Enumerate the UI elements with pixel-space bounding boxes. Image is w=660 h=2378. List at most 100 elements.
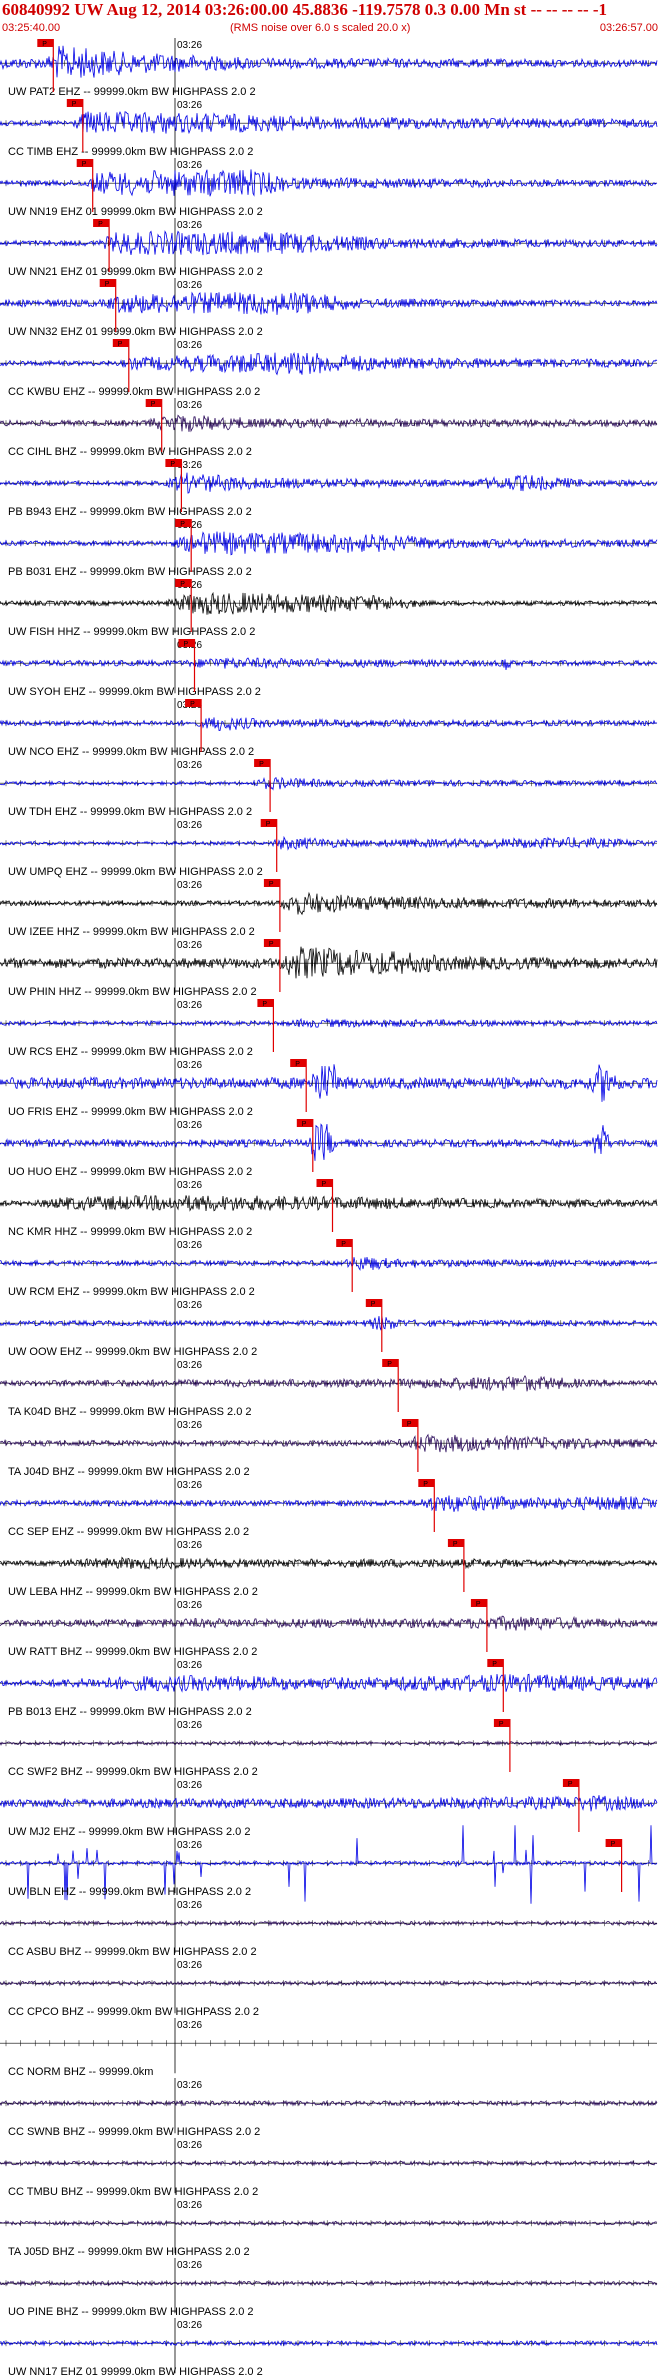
- trace-33: 03:26 CC NORM BHZ -- 99999.0km: [0, 2018, 657, 2078]
- trace-6: 03:26 CC CIHL BHZ -- 99999.0km BW HIGHPAS…: [0, 398, 658, 458]
- trace-2: 03:26 UW NN19 EHZ 01 99999.0km BW HIGHPAS…: [0, 158, 658, 218]
- station-label: UW PHIN HHZ -- 99999.0km BW HIGHPASS 2.0…: [8, 986, 257, 998]
- trace-14: 03:26 UW IZEE HHZ -- 99999.0km BW HIGHPAS…: [0, 878, 658, 938]
- minute-label: 03:26: [177, 2260, 202, 2271]
- trace-3: 03:26 UW NN21 EHZ 01 99999.0km BW HIGHPAS…: [0, 218, 658, 278]
- record-header: 60840992 UW Aug 12, 2014 03:26:00.00 45.…: [0, 0, 660, 38]
- station-label: UO HUO EHZ -- 99999.0km BW HIGHPASS 2.0 …: [8, 1166, 252, 1178]
- minute-label: 03:26: [177, 940, 202, 951]
- station-label: UW OOW EHZ -- 99999.0km BW HIGHPASS 2.0 …: [8, 1346, 257, 1358]
- trace-37: 03:26 UO PINE BHZ -- 99999.0km BW HIGHPAS…: [0, 2258, 658, 2318]
- trace-21: 03:26 UW OOW EHZ -- 99999.0km BW HIGHPASS…: [0, 1298, 658, 1358]
- minute-label: 03:26: [177, 880, 202, 891]
- minute-label: 03:26: [177, 2140, 202, 2151]
- station-label: CC CPCO BHZ -- 99999.0km BW HIGHPASS 2.0…: [8, 2006, 259, 2018]
- station-label: UW TDH EHZ -- 99999.0km BW HIGHPASS 2.0 …: [8, 806, 252, 818]
- station-label: CC NORM BHZ -- 99999.0km: [8, 2066, 153, 2078]
- station-label: UO FRIS EHZ -- 99999.0km BW HIGHPASS 2.0…: [8, 1106, 253, 1118]
- trace-31: 03:26 CC ASBU BHZ -- 99999.0km BW HIGHPAS…: [0, 1898, 658, 1958]
- seismogram-chart: 03:26 UW PAT2 EHZ -- 99999.0km BW HIGHPAS…: [0, 38, 658, 2378]
- minute-label: 03:26: [177, 1900, 202, 1911]
- station-label: TA J05D BHZ -- 99999.0km BW HIGHPASS 2.0…: [8, 2246, 250, 2258]
- trace-16: 03:26 UW RCS EHZ -- 99999.0km BW HIGHPASS…: [0, 998, 658, 1058]
- trace-1: 03:26 CC TIMB EHZ -- 99999.0km BW HIGHPAS…: [0, 98, 658, 158]
- waveform-line: [0, 776, 658, 791]
- station-label: TA K04D BHZ -- 99999.0km BW HIGHPASS 2.0…: [8, 1406, 252, 1418]
- station-label: UW LEBA HHZ -- 99999.0km BW HIGHPASS 2.0…: [8, 1586, 258, 1598]
- pick-label: P: [387, 1361, 392, 1368]
- station-label: PB B013 EHZ -- 99999.0km BW HIGHPASS 2.0…: [8, 1706, 252, 1718]
- station-label: UW NN17 EHZ 01 99999.0km BW HIGHPASS 2.0…: [8, 2366, 263, 2378]
- station-label: UW RATT BHZ -- 99999.0km BW HIGHPASS 2.0…: [8, 1646, 257, 1658]
- minute-label: 03:26: [177, 280, 202, 291]
- minute-label: 03:26: [177, 1000, 202, 1011]
- minute-label: 03:26: [177, 1060, 202, 1071]
- pick-label: P: [423, 1481, 428, 1488]
- station-label: UW FISH HHZ -- 99999.0km BW HIGHPASS 2.0…: [8, 626, 255, 638]
- station-label: UW NN19 EHZ 01 99999.0km BW HIGHPASS 2.0…: [8, 206, 263, 218]
- station-label: PB B031 EHZ -- 99999.0km BW HIGHPASS 2.0…: [8, 566, 252, 578]
- pick-label: P: [269, 941, 274, 948]
- trace-18: 03:26 UO HUO EHZ -- 99999.0km BW HIGHPASS…: [0, 1118, 658, 1178]
- station-label: UW MJ2 EHZ -- 99999.0km BW HIGHPASS 2.0 …: [8, 1826, 250, 1838]
- minute-label: 03:26: [177, 1660, 202, 1671]
- minute-label: 03:26: [177, 400, 202, 411]
- waveform-line: [0, 1433, 658, 1453]
- waveform-line: [0, 717, 658, 732]
- pick-label: P: [341, 1241, 346, 1248]
- waveform-line: [0, 351, 658, 376]
- trace-27: 03:26 PB B013 EHZ -- 99999.0km BW HIGHPAS…: [0, 1658, 658, 1718]
- station-label: UW RCS EHZ -- 99999.0km BW HIGHPASS 2.0 …: [8, 1046, 253, 1058]
- station-label: UW UMPQ EHZ -- 99999.0km BW HIGHPASS 2.0…: [8, 866, 263, 878]
- waveform-line: [0, 169, 658, 197]
- pick-label: P: [371, 1301, 376, 1308]
- trace-35: 03:26 CC TMBU BHZ -- 99999.0km BW HIGHPAS…: [0, 2138, 658, 2198]
- pick-label: P: [262, 1001, 267, 1008]
- minute-label: 03:26: [177, 40, 202, 51]
- trace-25: 03:26 UW LEBA HHZ -- 99999.0km BW HIGHPAS…: [0, 1538, 658, 1598]
- trace-32: 03:26 CC CPCO BHZ -- 99999.0km BW HIGHPAS…: [0, 1958, 657, 2018]
- trace-11: 03:26UW NCO EHZ -- 99999.0km BW HIGHPASS…: [0, 698, 658, 758]
- minute-label: 03:26: [177, 1540, 202, 1551]
- event-title: 60840992 UW Aug 12, 2014 03:26:00.00 45.…: [2, 0, 608, 19]
- pick-label: P: [184, 641, 189, 648]
- station-label: CC ASBU BHZ -- 99999.0km BW HIGHPASS 2.0…: [8, 1946, 257, 1958]
- trace-8: 03:26PB B031 EHZ -- 99999.0km BW HIGHPAS…: [0, 518, 658, 578]
- trace-9: 03:26UW FISH HHZ -- 99999.0km BW HIGHPAS…: [0, 578, 657, 638]
- waveform-line: [0, 891, 658, 916]
- station-label: UW SYOH EHZ -- 99999.0km BW HIGHPASS 2.0…: [8, 686, 261, 698]
- minute-label: 03:26: [177, 1300, 202, 1311]
- trace-24: 03:26 CC SEP EHZ -- 99999.0km BW HIGHPASS…: [0, 1478, 658, 1538]
- station-label: UW BLN EHZ -- 99999.0km BW HIGHPASS 2.0 …: [8, 1886, 251, 1898]
- minute-label: 03:26: [177, 1360, 202, 1371]
- minute-label: 03:26: [177, 1840, 202, 1851]
- pick-label: P: [476, 1601, 481, 1608]
- station-label: CC SEP EHZ -- 99999.0km BW HIGHPASS 2.0 …: [8, 1526, 249, 1538]
- waveform-line: [0, 111, 658, 135]
- minute-label: 03:26: [177, 340, 202, 351]
- pick-label: P: [42, 41, 47, 48]
- pick-label: P: [492, 1661, 497, 1668]
- waveform-line: [0, 657, 658, 670]
- station-label: UO PINE BHZ -- 99999.0km BW HIGHPASS 2.0…: [8, 2306, 254, 2318]
- trace-15: 03:26 UW PHIN HHZ -- 99999.0km BW HIGHPAS…: [0, 938, 658, 998]
- pick-label: P: [82, 161, 87, 168]
- waveform-line: [0, 1257, 658, 1271]
- start-time: 03:25:40.00: [2, 22, 61, 34]
- station-label: CC TIMB EHZ -- 99999.0km BW HIGHPASS 2.0…: [8, 146, 253, 158]
- pick-label: P: [499, 1721, 504, 1728]
- minute-label: 03:26: [177, 160, 202, 171]
- pick-label: P: [295, 1061, 300, 1068]
- waveform-line: [0, 45, 658, 78]
- trace-28: 03:26 CC SWF2 BHZ -- 99999.0km BW HIGHPAS…: [0, 1718, 658, 1778]
- minute-label: 03:26: [177, 760, 202, 771]
- trace-22: 03:26 TA K04D BHZ -- 99999.0km BW HIGHPAS…: [0, 1358, 658, 1418]
- waveform-line: [0, 2280, 658, 2287]
- station-label: TA J04D BHZ -- 99999.0km BW HIGHPASS 2.0…: [8, 1466, 250, 1478]
- station-label: UW RCM EHZ -- 99999.0km BW HIGHPASS 2.0 …: [8, 1286, 255, 1298]
- waveform-line: [0, 591, 657, 615]
- trace-0: 03:26 UW PAT2 EHZ -- 99999.0km BW HIGHPAS…: [0, 38, 658, 98]
- station-label: CC SWF2 BHZ -- 99999.0km BW HIGHPASS 2.0…: [8, 1766, 258, 1778]
- trace-4: 03:26 UW NN32 EHZ 01 99999.0km BW HIGHPAS…: [0, 278, 658, 338]
- pick-label: P: [269, 881, 274, 888]
